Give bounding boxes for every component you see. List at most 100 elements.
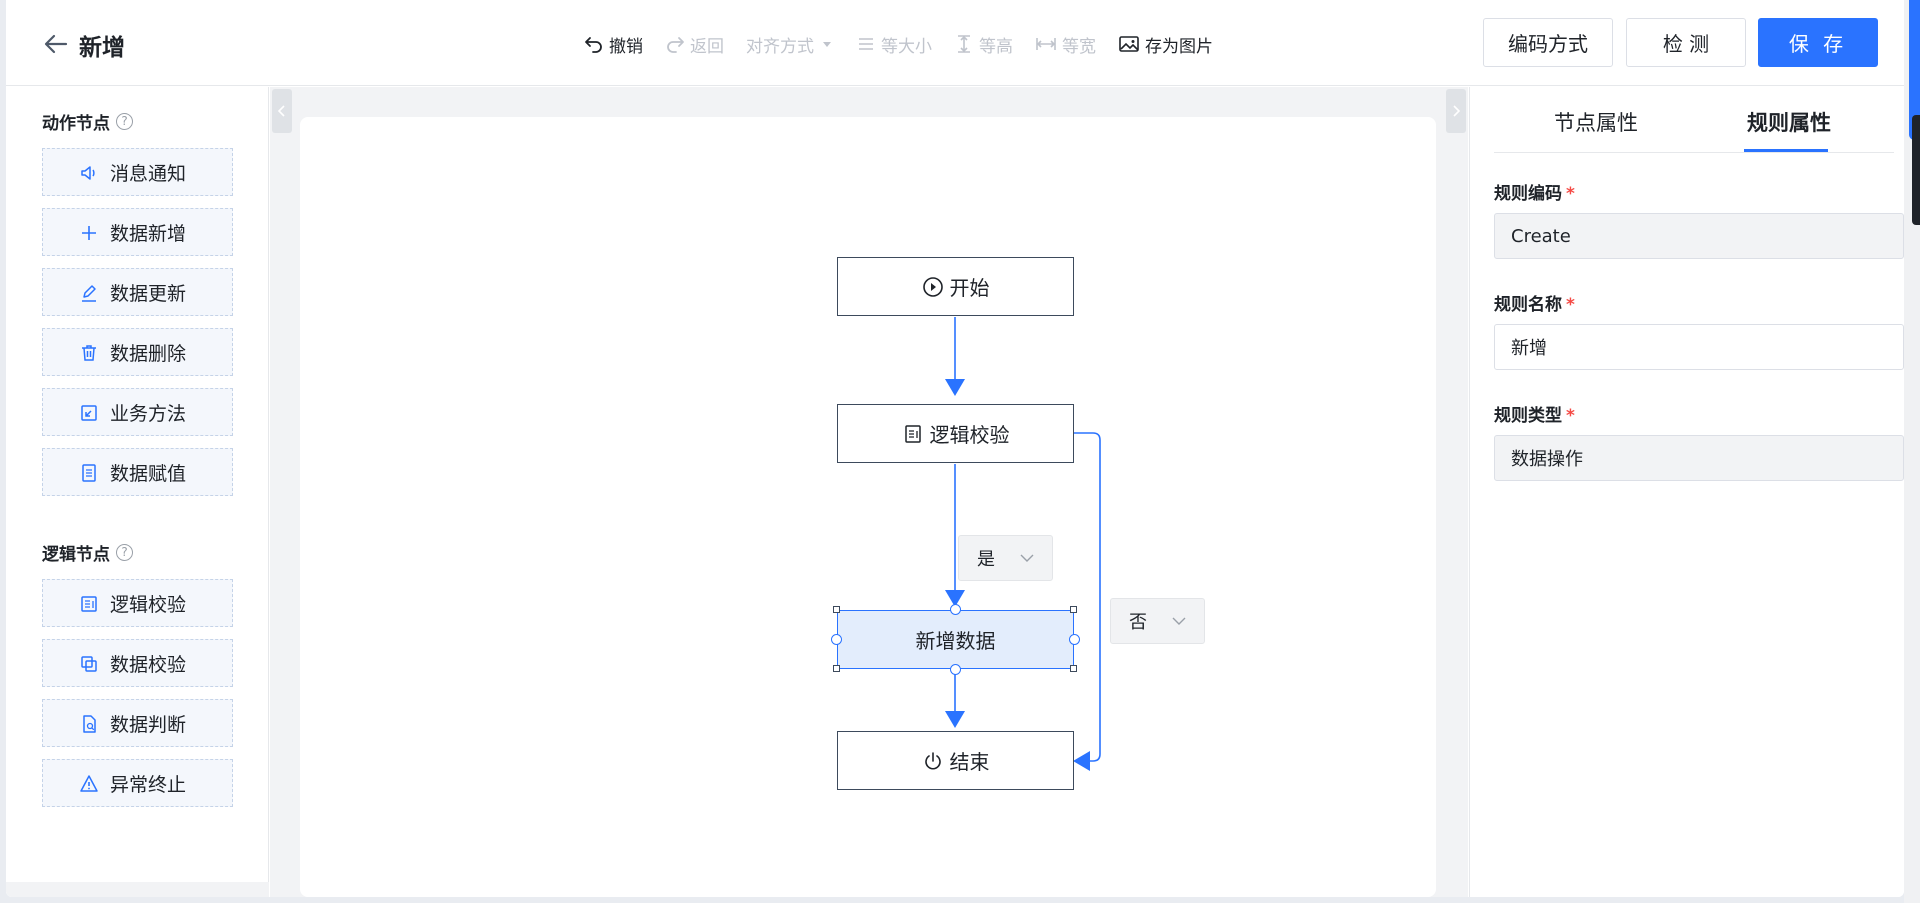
top-bar: 新增 撤销 返回 对齐方式 等大小 等高 等宽 存为图片 编码方式 检 测 保 …: [6, 0, 1904, 86]
file-search-icon: [83, 715, 96, 733]
flow-node-add-data[interactable]: 新增数据: [837, 610, 1074, 669]
flow-canvas[interactable]: 开始 逻辑校验 新增数据 结束 是 否: [300, 117, 1436, 897]
save-image-button[interactable]: 存为图片: [1118, 32, 1213, 57]
chevron-left-icon: [277, 105, 285, 117]
speaker-icon: [81, 166, 95, 180]
node-label: 开始: [949, 276, 990, 300]
edge-condition-no[interactable]: 否: [1110, 598, 1205, 644]
collapse-left-button[interactable]: [272, 89, 292, 133]
palette-item-label: 数据删除: [110, 342, 187, 365]
connect-handle[interactable]: [950, 664, 961, 675]
collapse-right-button[interactable]: [1446, 89, 1466, 133]
redo-button[interactable]: 返回: [665, 32, 724, 57]
arrow-check-to-end: [1073, 751, 1090, 771]
node-label: 结束: [949, 750, 990, 774]
same-height-label: 等高: [979, 36, 1013, 57]
resize-handle[interactable]: [833, 606, 840, 613]
undo-button[interactable]: 撤销: [584, 32, 643, 57]
caret-down-icon: [823, 42, 831, 47]
field-label: 规则名称: [1494, 295, 1562, 315]
copy-icon: [81, 656, 97, 672]
resize-handle[interactable]: [1070, 665, 1077, 672]
palette-footer: [6, 882, 269, 897]
rule-name-field[interactable]: 新增: [1494, 324, 1904, 370]
save-button[interactable]: 保 存: [1758, 18, 1878, 67]
field-label: 规则编码: [1494, 184, 1562, 204]
action-nodes-title: 动作节点: [42, 114, 110, 134]
page-title: 新增: [79, 35, 125, 61]
palette-item-abort[interactable]: 异常终止: [42, 759, 233, 807]
palette-item-label: 逻辑校验: [110, 593, 187, 616]
flow-node-logic-check[interactable]: 逻辑校验: [837, 404, 1074, 463]
action-nodes-heading: 动作节点 ?: [42, 109, 133, 134]
help-icon[interactable]: ?: [116, 544, 133, 561]
palette-item-data-update[interactable]: 数据更新: [42, 268, 233, 316]
same-size-button[interactable]: 等大小: [856, 32, 932, 57]
encoding-button[interactable]: 编码方式: [1483, 18, 1613, 67]
palette-item-label: 数据校验: [110, 653, 187, 676]
field-label: 规则类型: [1494, 406, 1562, 426]
same-width-button[interactable]: 等宽: [1035, 32, 1096, 57]
connect-handle[interactable]: [950, 604, 961, 615]
palette-item-data-assign[interactable]: 数据赋值: [42, 448, 233, 496]
align-dropdown[interactable]: 对齐方式: [746, 32, 834, 57]
same-height-icon: [958, 35, 970, 53]
checklist-icon: [81, 596, 97, 612]
rule-type-field[interactable]: 数据操作: [1494, 435, 1904, 481]
palette-item-logic-check[interactable]: 逻辑校验: [42, 579, 233, 627]
resize-handle[interactable]: [833, 665, 840, 672]
node-palette: 动作节点 ? 消息通知 数据新增 数据更新 数据删除 业务方法 数据赋值 逻辑节…: [6, 87, 269, 897]
node-label: 逻辑校验: [929, 423, 1010, 447]
palette-item-message-notify[interactable]: 消息通知: [42, 148, 233, 196]
edge-check-to-end: [1073, 432, 1101, 762]
chevron-right-icon: [1453, 105, 1461, 117]
palette-item-label: 数据赋值: [110, 462, 187, 485]
flow-editor-app: 新增 撤销 返回 对齐方式 等大小 等高 等宽 存为图片 编码方式 检 测 保 …: [6, 0, 1904, 897]
chevron-down-icon: [1020, 554, 1034, 562]
undo-icon: [585, 37, 602, 53]
undo-label: 撤销: [609, 36, 643, 57]
palette-item-label: 业务方法: [110, 402, 187, 425]
redo-label: 返回: [690, 36, 724, 57]
connect-handle[interactable]: [1069, 634, 1080, 645]
tab-node-properties[interactable]: 节点属性: [1554, 107, 1638, 137]
condition-label: 否: [1129, 612, 1147, 633]
toolbar: 撤销 返回 对齐方式 等大小 等高 等宽 存为图片: [584, 30, 1235, 58]
warning-icon: [80, 775, 98, 792]
rule-name-label: 规则名称 *: [1494, 290, 1575, 315]
align-label: 对齐方式: [746, 36, 814, 57]
properties-panel: 节点属性 规则属性 规则编码 * Create 规则名称 * 新增 规则类型 * 数据…: [1469, 87, 1904, 897]
redo-icon: [667, 37, 684, 53]
pencil-icon: [82, 285, 96, 302]
required-mark: *: [1566, 406, 1575, 426]
back-arrow-icon[interactable]: [42, 30, 70, 58]
edge-condition-yes[interactable]: 是: [958, 535, 1053, 581]
logic-nodes-title: 逻辑节点: [42, 545, 110, 565]
rule-code-label: 规则编码 *: [1494, 179, 1575, 204]
image-icon: [1119, 36, 1139, 52]
check-button[interactable]: 检 测: [1626, 18, 1746, 67]
resize-handle[interactable]: [1070, 606, 1077, 613]
trash-icon: [82, 345, 96, 361]
tab-rule-properties[interactable]: 规则属性: [1747, 107, 1831, 137]
rule-code-field[interactable]: Create: [1494, 213, 1904, 259]
palette-item-data-judge[interactable]: 数据判断: [42, 699, 233, 747]
scrollbar-grip: [1912, 115, 1920, 225]
same-width-icon: [1036, 38, 1056, 50]
palette-item-label: 异常终止: [110, 773, 187, 796]
palette-item-data-delete[interactable]: 数据删除: [42, 328, 233, 376]
palette-item-label: 消息通知: [110, 162, 187, 185]
rule-type-label: 规则类型 *: [1494, 401, 1575, 426]
canvas-area: 开始 逻辑校验 新增数据 结束 是 否: [270, 87, 1468, 897]
palette-item-data-add[interactable]: 数据新增: [42, 208, 233, 256]
required-mark: *: [1566, 295, 1575, 315]
flow-node-end[interactable]: 结束: [837, 731, 1074, 790]
flow-node-start[interactable]: 开始: [837, 257, 1074, 316]
palette-item-business-method[interactable]: 业务方法: [42, 388, 233, 436]
logic-nodes-heading: 逻辑节点 ?: [42, 540, 133, 565]
same-height-button[interactable]: 等高: [954, 32, 1013, 57]
help-icon[interactable]: ?: [116, 113, 133, 130]
connect-handle[interactable]: [831, 634, 842, 645]
play-circle-icon: [922, 276, 943, 297]
palette-item-data-check[interactable]: 数据校验: [42, 639, 233, 687]
